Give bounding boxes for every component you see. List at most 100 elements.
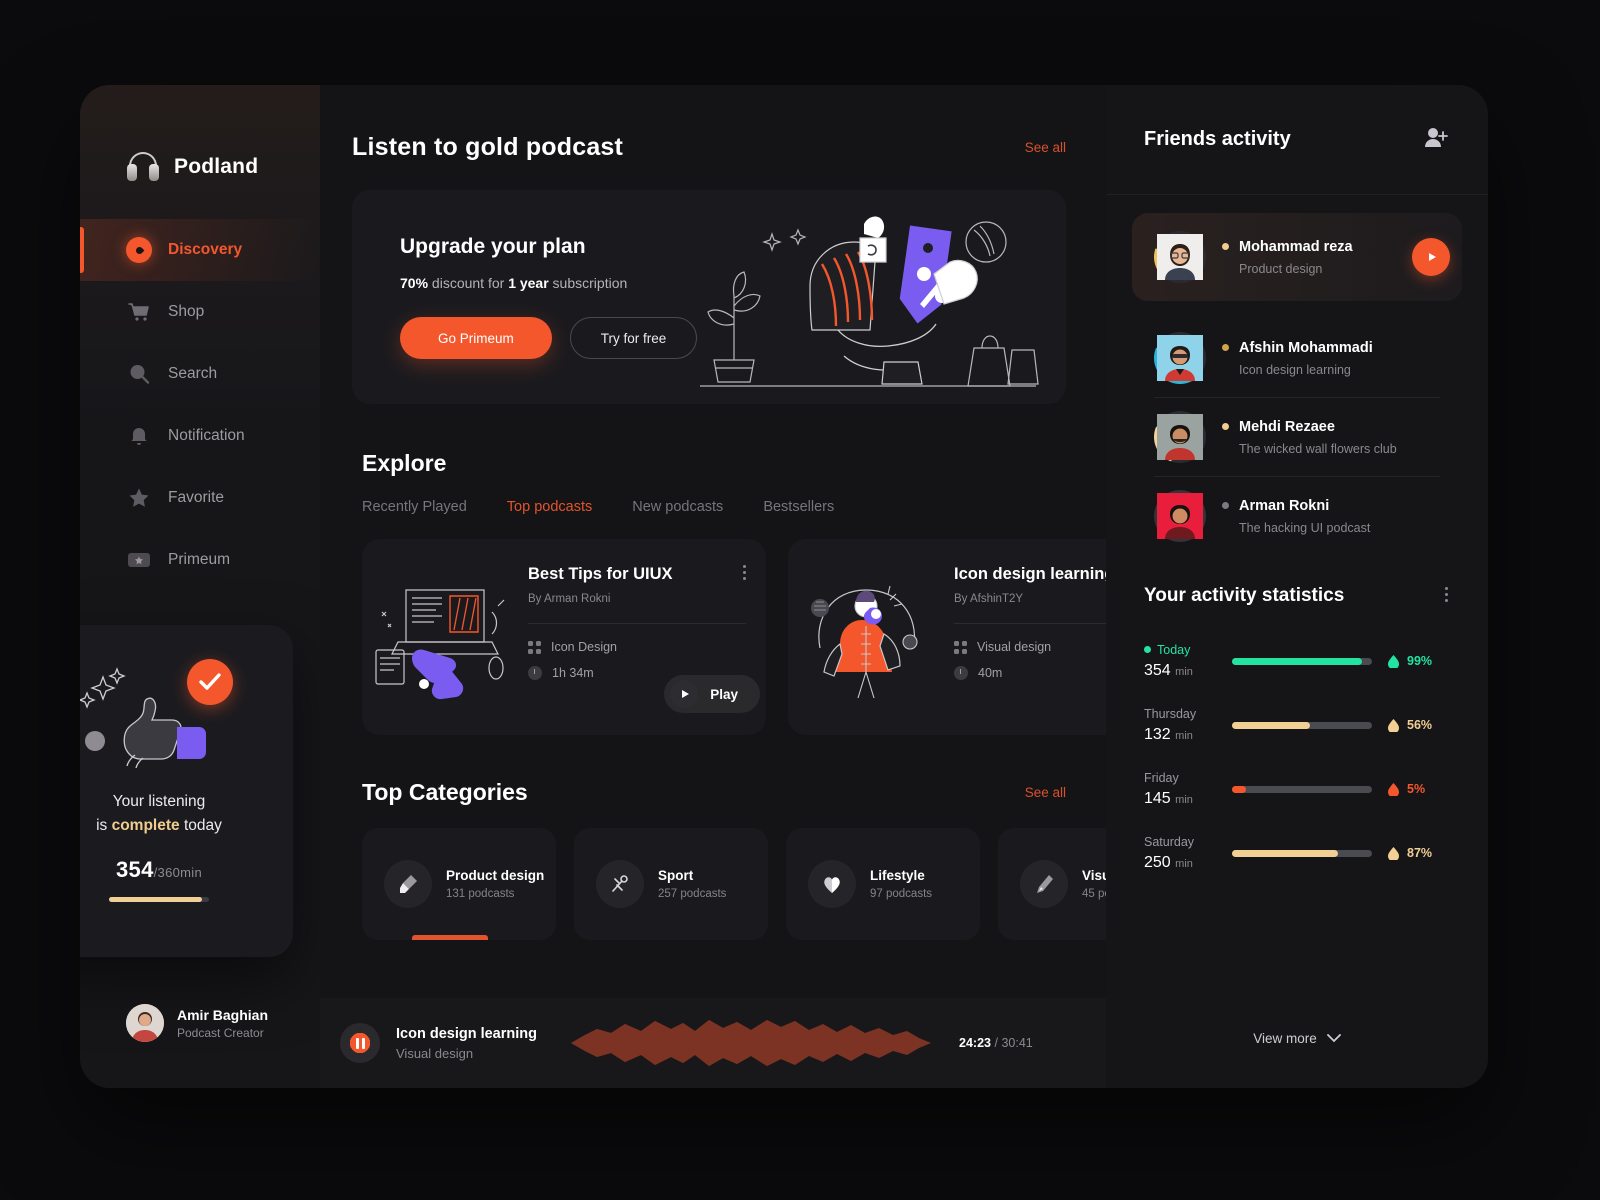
- divider: [528, 623, 746, 624]
- avatar-ring: [1154, 411, 1206, 463]
- podcast-illustration: [788, 539, 948, 735]
- user-profile[interactable]: Amir Baghian Podcast Creator: [126, 1004, 268, 1042]
- friend-activity: The hacking UI podcast: [1239, 520, 1371, 535]
- tab-new-podcasts[interactable]: New podcasts: [632, 499, 723, 515]
- stat-day: Thursday: [1144, 706, 1197, 721]
- stat-row: Friday 145 min 5%: [1106, 757, 1488, 821]
- status-dot: [1222, 423, 1229, 430]
- app-window: Podland Discovery Shop Search Notificati…: [80, 85, 1488, 1088]
- pause-icon[interactable]: [340, 1023, 380, 1063]
- player-time: 24:23 / 30:41: [959, 1036, 1033, 1050]
- sidebar-nav: Discovery Shop Search Notification Favor…: [80, 219, 320, 591]
- stat-day: Saturday: [1144, 834, 1195, 849]
- friends-title: Friends activity: [1144, 128, 1291, 150]
- stat-minutes: 250 min: [1144, 853, 1193, 871]
- category-count: 45 po: [1082, 888, 1106, 900]
- check-circle-icon: [187, 659, 233, 705]
- upgrade-plan-banner: Upgrade your plan 70% discount for 1 yea…: [352, 190, 1066, 404]
- sidebar-item-label: Search: [168, 365, 218, 382]
- friend-activity: The wicked wall flowers club: [1239, 441, 1397, 456]
- profile-role: Podcast Creator: [177, 1025, 264, 1040]
- statistics-header: Your activity statistics: [1106, 585, 1488, 607]
- play-icon[interactable]: [1412, 238, 1450, 276]
- status-dot: [1222, 502, 1229, 509]
- go-primeum-button[interactable]: Go Primeum: [400, 317, 552, 359]
- podcast-duration: 40m: [954, 666, 1106, 680]
- stat-progress-bar: [1232, 721, 1372, 729]
- sidebar-item-primeum[interactable]: Primeum: [80, 529, 320, 591]
- sidebar-item-label: Discovery: [168, 241, 243, 258]
- play-button[interactable]: Play: [664, 675, 760, 713]
- listening-minutes: 354/360min: [116, 857, 202, 882]
- player-title: Icon design learning: [396, 1025, 537, 1042]
- stat-day: Friday: [1144, 770, 1179, 785]
- activity-statistics-chart: Today 354 min 99% Thursday 132 min 56% F…: [1106, 629, 1488, 885]
- tab-recently-played[interactable]: Recently Played: [362, 499, 467, 515]
- drop-icon: [1388, 654, 1399, 668]
- sidebar-item-label: Primeum: [168, 551, 231, 568]
- category-name: Visu: [1082, 868, 1106, 883]
- avatar-ring: [1154, 231, 1206, 283]
- friend-row[interactable]: Mohammad reza Product design: [1132, 213, 1462, 301]
- sidebar-item-label: Favorite: [168, 489, 224, 506]
- brush-icon: [384, 860, 432, 908]
- podcast-author: By Arman Rokni: [528, 593, 611, 605]
- sidebar-item-label: Notification: [168, 427, 245, 444]
- friend-name: Arman Rokni: [1222, 498, 1370, 514]
- waveform-scrubber[interactable]: [571, 1015, 931, 1071]
- friend-activity: Icon design learning: [1239, 362, 1351, 377]
- see-all-categories-link[interactable]: See all: [1025, 785, 1066, 800]
- category-card-sport[interactable]: Sport 257 podcasts: [574, 828, 768, 940]
- stat-minutes: 132 min: [1144, 725, 1193, 743]
- add-user-icon[interactable]: [1424, 126, 1448, 153]
- whistle-icon: [596, 860, 644, 908]
- friend-row[interactable]: Mehdi Rezaee The wicked wall flowers clu…: [1132, 398, 1462, 476]
- avatar: [1157, 414, 1203, 464]
- podcast-title: Icon design learning: [954, 565, 1106, 583]
- stat-row: Today 354 min 99%: [1106, 629, 1488, 693]
- category-card-lifestyle[interactable]: Lifestyle 97 podcasts: [786, 828, 980, 940]
- sidebar-item-shop[interactable]: Shop: [80, 281, 320, 343]
- podcast-category: Icon Design: [528, 640, 746, 654]
- ticket-icon: [126, 547, 152, 573]
- drop-icon: [1388, 782, 1399, 796]
- star-icon: [126, 485, 152, 511]
- brand-name: Podland: [174, 155, 259, 178]
- player-subtitle: Visual design: [396, 1045, 474, 1061]
- tab-top-podcasts[interactable]: Top podcasts: [507, 499, 592, 515]
- listening-line-1: Your listening: [112, 793, 206, 810]
- try-for-free-button[interactable]: Try for free: [569, 317, 698, 359]
- category-card-visual[interactable]: Visu 45 po: [998, 828, 1106, 940]
- category-card-product-design[interactable]: Product design 131 podcasts: [362, 828, 556, 940]
- friends-header: Friends activity: [1106, 85, 1488, 195]
- drop-icon: [1388, 846, 1399, 860]
- stat-day: Today: [1144, 643, 1216, 657]
- cart-icon: [126, 299, 152, 325]
- sidebar-item-search[interactable]: Search: [80, 343, 320, 405]
- podcast-card[interactable]: Icon design learning By AfshinT2Y Visual…: [788, 539, 1106, 735]
- stat-row: Thursday 132 min 56%: [1106, 693, 1488, 757]
- podcast-illustration: [362, 539, 522, 735]
- tab-bestsellers[interactable]: Bestsellers: [763, 499, 834, 515]
- podcast-card[interactable]: Best Tips for UIUX By Arman Rokni Icon D…: [362, 539, 766, 735]
- sidebar-item-favorite[interactable]: Favorite: [80, 467, 320, 529]
- explore-title: Explore: [362, 450, 447, 476]
- bell-icon: [126, 423, 152, 449]
- sidebar-item-discovery[interactable]: Discovery: [80, 219, 320, 281]
- podcast-author: By AfshinT2Y: [954, 593, 1024, 605]
- kebab-menu-icon[interactable]: [1445, 587, 1448, 605]
- search-icon: [126, 361, 152, 387]
- promo-illustration: [688, 200, 1048, 390]
- brand: Podland: [80, 85, 320, 205]
- friend-row[interactable]: Afshin Mohammadi Icon design learning: [1132, 319, 1462, 397]
- friend-name: Afshin Mohammadi: [1222, 340, 1373, 356]
- friend-row[interactable]: Arman Rokni The hacking UI podcast: [1132, 477, 1462, 555]
- sidebar-item-notification[interactable]: Notification: [80, 405, 320, 467]
- view-more-button[interactable]: View more: [1106, 1031, 1488, 1046]
- category-count: 97 podcasts: [870, 888, 933, 900]
- player-total-time: 30:41: [1001, 1036, 1033, 1050]
- statistics-title: Your activity statistics: [1144, 585, 1345, 606]
- see-all-podcasts-link[interactable]: See all: [1025, 140, 1066, 155]
- podcast-options-button[interactable]: [743, 565, 746, 583]
- grid-icon: [954, 640, 967, 654]
